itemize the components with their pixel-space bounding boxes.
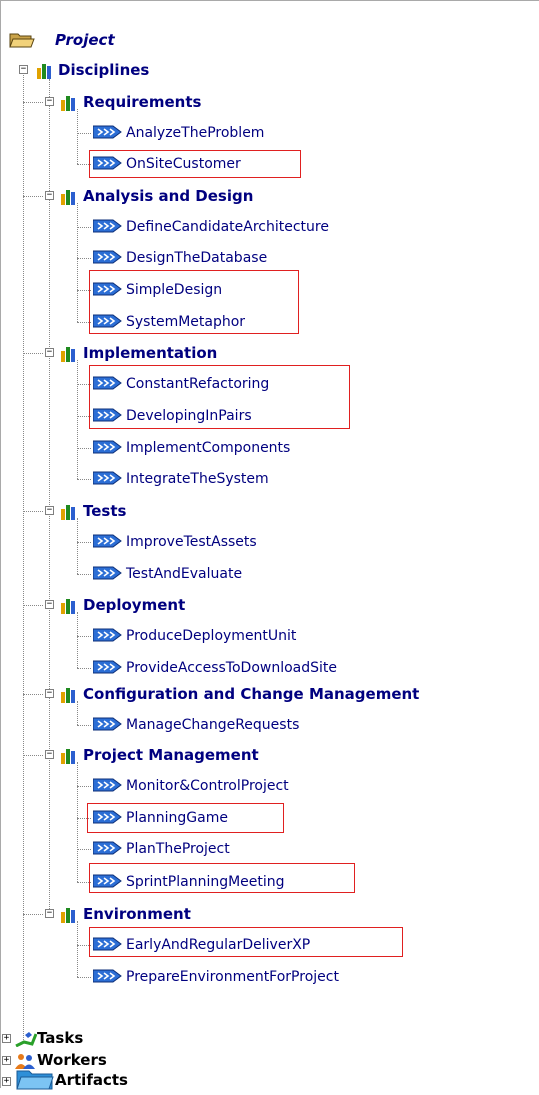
tree-node-label: Artifacts	[55, 1071, 128, 1089]
tree-connector	[77, 322, 91, 323]
workflow-arrow-icon	[92, 777, 123, 797]
tree-connector	[23, 605, 43, 606]
tree-connector	[77, 977, 91, 978]
expand-toggle-workers[interactable]: +	[2, 1056, 11, 1065]
collapse-toggle-group[interactable]: −	[45, 348, 54, 357]
tree-node-label: PrepareEnvironmentForProject	[126, 969, 339, 985]
workflow-arrow-icon	[92, 659, 123, 679]
tree-connector	[77, 612, 78, 668]
tree-connector	[77, 203, 78, 322]
tree-node-label: Disciplines	[58, 61, 150, 79]
project-tree: Project − Disciplines − Requirements Analy…	[0, 0, 539, 1090]
tree-node-label: IntegrateTheSystem	[126, 471, 269, 487]
tree-connector	[23, 353, 43, 354]
artifacts-folder-icon	[15, 1065, 55, 1095]
tree-connector	[77, 542, 91, 543]
tree-connector	[23, 914, 43, 915]
tree-node-label: Environment	[83, 905, 191, 923]
workflow-arrow-icon	[92, 470, 123, 490]
tree-node-label: SystemMetaphor	[126, 314, 246, 330]
workflow-arrow-icon	[92, 840, 123, 860]
tree-connector	[77, 479, 91, 480]
tree-node-label: Requirements	[83, 93, 202, 111]
collapse-toggle-group[interactable]: −	[45, 909, 54, 918]
tree-node-label: Tasks	[37, 1029, 84, 1047]
highlight-box	[87, 803, 284, 833]
tree-connector	[77, 762, 78, 882]
tree-node-label: ProvideAccessToDownloadSite	[126, 660, 338, 676]
tree-node-label: ManageChangeRequests	[126, 717, 300, 733]
tree-connector	[77, 518, 78, 574]
tree-node-label: Project Management	[83, 746, 259, 764]
collapse-toggle-group[interactable]: −	[45, 600, 54, 609]
highlight-box	[89, 927, 403, 957]
tree-node-label: PlanTheProject	[126, 841, 230, 857]
tree-connector	[77, 416, 91, 417]
open-folder-icon	[9, 31, 35, 53]
tree-connector	[77, 574, 91, 575]
expand-toggle-artifacts[interactable]: +	[2, 1077, 11, 1086]
workflow-arrow-icon	[92, 716, 123, 736]
collapse-toggle-group[interactable]: −	[45, 689, 54, 698]
workflow-arrow-icon	[92, 124, 123, 144]
discipline-chart-icon	[37, 63, 55, 83]
workflow-arrow-icon	[92, 565, 123, 585]
workflow-arrow-icon	[92, 439, 123, 459]
tasks-icon	[15, 1031, 38, 1051]
tree-node-label: Deployment	[83, 596, 186, 614]
tree-node-label: Configuration and Change Management	[83, 685, 420, 703]
collapse-toggle-group[interactable]: −	[45, 97, 54, 106]
expand-toggle-tasks[interactable]: +	[2, 1034, 11, 1043]
workflow-arrow-icon	[92, 627, 123, 647]
tree-node-label: DevelopingInPairs	[126, 408, 252, 424]
tree-node-label: ProduceDeploymentUnit	[126, 628, 297, 644]
tree-connector	[23, 102, 43, 103]
tree-node-label: ImproveTestAssets	[126, 534, 257, 550]
tree-connector	[23, 755, 43, 756]
tree-node-label: AnalyzeTheProblem	[126, 125, 265, 141]
tree-node-label: Implementation	[83, 344, 218, 362]
highlight-box	[89, 863, 355, 893]
tree-connector	[23, 694, 43, 695]
tree-connector	[77, 448, 91, 449]
tree-connector	[77, 921, 78, 977]
tree-connector	[77, 849, 91, 850]
tree-connector	[23, 196, 43, 197]
tree-connector	[77, 133, 91, 134]
collapse-toggle-group[interactable]: −	[45, 750, 54, 759]
tree-node-label: Analysis and Design	[83, 187, 254, 205]
tree-connector	[77, 109, 78, 164]
collapse-toggle-group[interactable]: −	[45, 191, 54, 200]
tree-connector	[23, 511, 43, 512]
workflow-arrow-icon	[92, 218, 123, 238]
workflow-arrow-icon	[92, 249, 123, 269]
collapse-toggle-group[interactable]: −	[45, 506, 54, 515]
tree-node-label: TestAndEvaluate	[126, 566, 243, 582]
highlight-box	[89, 150, 301, 178]
tree-connector	[77, 725, 91, 726]
tree-connector	[23, 75, 24, 1040]
tree-node-label: Tests	[83, 502, 127, 520]
tree-connector	[77, 360, 78, 479]
collapse-toggle-disciplines[interactable]: −	[19, 65, 28, 74]
tree-connector	[77, 701, 78, 725]
tree-connector	[49, 79, 50, 909]
tree-connector	[77, 258, 91, 259]
workflow-arrow-icon	[92, 968, 123, 988]
tree-connector	[77, 227, 91, 228]
workflow-arrow-icon	[92, 407, 123, 427]
tree-node-label: DesignTheDatabase	[126, 250, 268, 266]
tree-connector	[77, 636, 91, 637]
workflow-arrow-icon	[92, 313, 123, 333]
tree-node-label: Project	[55, 31, 115, 49]
tree-node-label: ImplementComponents	[126, 440, 291, 456]
tree-node-label: Monitor&ControlProject	[126, 778, 289, 794]
tree-connector	[77, 668, 91, 669]
tree-node-label: DefineCandidateArchitecture	[126, 219, 329, 235]
workflow-arrow-icon	[92, 533, 123, 553]
tree-connector	[77, 786, 91, 787]
